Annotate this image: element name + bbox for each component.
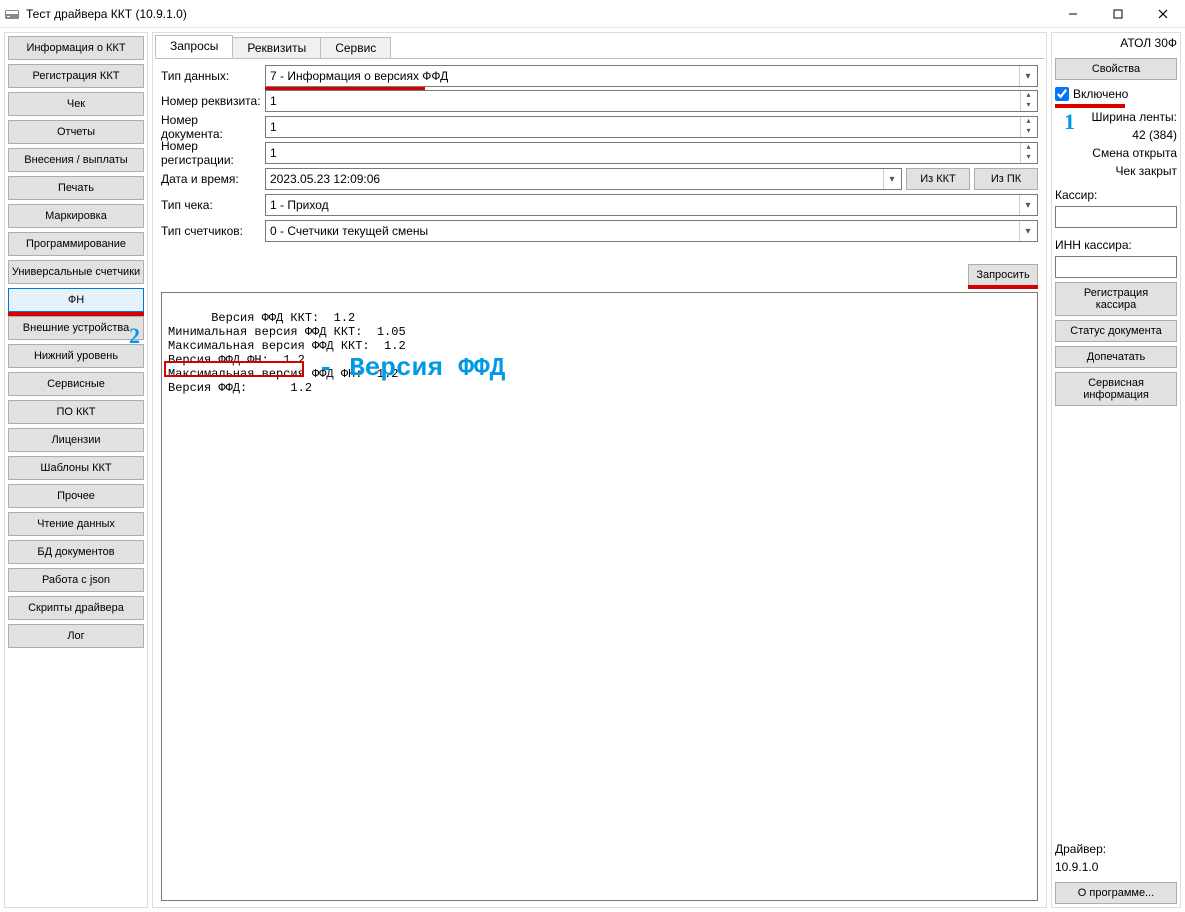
from-kkt-button[interactable]: Из ККТ [906,168,970,190]
sidebar-item-deposits[interactable]: Внесения / выплаты [8,148,144,172]
sidebar-item-read-data[interactable]: Чтение данных [8,512,144,536]
cashier-label: Кассир: [1055,188,1177,202]
titlebar: Тест драйвера ККТ (10.9.1.0) [0,0,1185,28]
annotation-box-ffd [164,361,304,377]
close-button[interactable] [1140,0,1185,28]
data-type-combo[interactable]: 7 - Информация о версиях ФФД ▾ [265,65,1038,87]
spin-buttons[interactable]: ▴▾ [1020,143,1036,163]
tab-bar: Запросы Реквизиты Сервис [155,35,1044,59]
chevron-down-icon: ▾ [1019,66,1036,86]
left-sidebar: Информация о ККТ Регистрация ККТ Чек Отч… [4,32,148,908]
sidebar-item-print[interactable]: Печать [8,176,144,200]
app-icon [4,6,20,22]
from-pc-button[interactable]: Из ПК [974,168,1038,190]
annotation-number-1: 1 [1064,109,1075,135]
shift-status: Смена открыта [1055,146,1177,160]
doc-num-label: Номер документа: [161,113,261,141]
tab-requests[interactable]: Запросы [155,35,233,58]
rekv-num-label: Номер реквизита: [161,94,261,108]
driver-version: 10.9.1.0 [1055,860,1177,874]
chevron-down-icon: ▾ [1019,221,1036,241]
datetime-combo[interactable]: 2023.05.23 12:09:06 ▾ [265,168,902,190]
center-panel: Запросы Реквизиты Сервис Тип данных: 7 -… [152,32,1047,908]
datetime-label: Дата и время: [161,172,261,186]
properties-button[interactable]: Свойства [1055,58,1177,80]
enabled-checkbox[interactable] [1055,87,1069,101]
sidebar-item-external-devices[interactable]: Внешние устройства [8,316,144,340]
sidebar-item-other[interactable]: Прочее [8,484,144,508]
minimize-button[interactable] [1050,0,1095,28]
sidebar-item-reports[interactable]: Отчеты [8,120,144,144]
maximize-button[interactable] [1095,0,1140,28]
sidebar-item-json[interactable]: Работа с json [8,568,144,592]
annotation-ffd-label: - Версия ФФД [318,353,505,383]
service-info-button[interactable]: Сервисная информация [1055,372,1177,406]
register-cashier-button[interactable]: Регистрация кассира [1055,282,1177,316]
sidebar-item-log[interactable]: Лог [8,624,144,648]
tab-requisites[interactable]: Реквизиты [232,37,321,58]
data-type-label: Тип данных: [161,69,261,83]
cashier-inn-label: ИНН кассира: [1055,238,1177,252]
sidebar-item-doc-db[interactable]: БД документов [8,540,144,564]
sidebar-item-kkt-software[interactable]: ПО ККТ [8,400,144,424]
sidebar-item-driver-scripts[interactable]: Скрипты драйвера [8,596,144,620]
sidebar-item-kkt-info[interactable]: Информация о ККТ [8,36,144,60]
cheque-type-label: Тип чека: [161,198,261,212]
annotation-underline-enabled [1055,104,1125,108]
sidebar-item-cheque[interactable]: Чек [8,92,144,116]
window-title: Тест драйвера ККТ (10.9.1.0) [26,7,187,21]
output-area: Версия ФФД ККТ: 1.2 Минимальная версия Ф… [161,292,1038,901]
tab-service[interactable]: Сервис [320,37,391,58]
annotation-number-2: 2 [129,323,140,349]
sidebar-item-licenses[interactable]: Лицензии [8,428,144,452]
reg-num-input[interactable]: 1 ▴▾ [265,142,1038,164]
sidebar-item-marking[interactable]: Маркировка [8,204,144,228]
reg-num-label: Номер регистрации: [161,139,261,167]
chevron-down-icon: ▾ [1019,195,1036,215]
cheque-type-combo[interactable]: 1 - Приход ▾ [265,194,1038,216]
sidebar-item-fn[interactable]: ФН [8,288,144,312]
sidebar-item-templates[interactable]: Шаблоны ККТ [8,456,144,480]
sidebar-item-low-level[interactable]: Нижний уровень [8,344,144,368]
right-panel: АТОЛ 30Ф Свойства Включено 1 Ширина лент… [1051,32,1181,908]
request-button[interactable]: Запросить [968,264,1038,286]
reprint-button[interactable]: Допечатать [1055,346,1177,368]
spin-buttons[interactable]: ▴▾ [1020,117,1036,137]
doc-num-input[interactable]: 1 ▴▾ [265,116,1038,138]
cheque-status: Чек закрыт [1055,164,1177,178]
cashier-inn-input[interactable] [1055,256,1177,278]
rekv-num-input[interactable]: 1 ▴▾ [265,90,1038,112]
enabled-label: Включено [1073,87,1128,101]
about-button[interactable]: О программе... [1055,882,1177,904]
doc-status-button[interactable]: Статус документа [1055,320,1177,342]
sidebar-item-universal-counters[interactable]: Универсальные счетчики [8,260,144,284]
counters-type-label: Тип счетчиков: [161,224,261,238]
sidebar-item-kkt-reg[interactable]: Регистрация ККТ [8,64,144,88]
cashier-input[interactable] [1055,206,1177,228]
device-name: АТОЛ 30Ф [1055,36,1177,54]
chevron-down-icon: ▾ [883,169,900,189]
sidebar-item-programming[interactable]: Программирование [8,232,144,256]
counters-type-combo[interactable]: 0 - Счетчики текущей смены ▾ [265,220,1038,242]
spin-buttons[interactable]: ▴▾ [1020,91,1036,111]
driver-label: Драйвер: [1055,842,1177,856]
sidebar-item-service[interactable]: Сервисные [8,372,144,396]
